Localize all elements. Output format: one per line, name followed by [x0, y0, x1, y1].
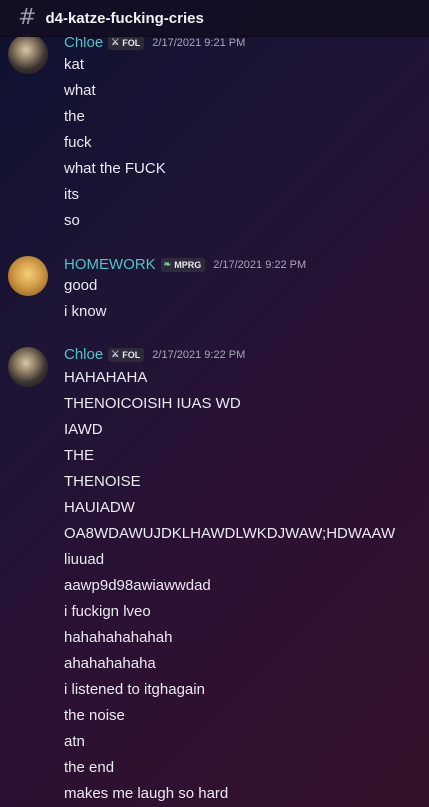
channel-name: d4-katze-fucking-cries [45, 9, 204, 27]
message-header: HOMEWORK ❧ MPRG 2/17/2021 9:22 PM [64, 256, 306, 273]
role-tag-label: MPRG [174, 259, 202, 270]
message-header: Chloe ⚔ FOL 2/17/2021 9:22 PM [64, 346, 245, 363]
role-tag-label: FOL [122, 349, 141, 360]
message-line: aawp9d98awiawwdad [64, 577, 211, 594]
message-line: its [64, 186, 79, 203]
message-line: the end [64, 759, 115, 776]
message-line: HAHAHAHA [64, 369, 148, 386]
message-line: OA8WDAWUJDKLHAWDLWKDJWAW;HDWAAW [64, 525, 396, 542]
message-line: fuck [64, 134, 92, 151]
role-tag[interactable]: ❧ MPRG [160, 257, 206, 272]
message-line: the [64, 108, 85, 125]
message-line: i fuckign lveo [64, 603, 151, 620]
leaf-icon: ❧ [163, 259, 172, 269]
message-line: good [64, 277, 98, 294]
author-name[interactable]: HOMEWORK [64, 256, 156, 273]
message-line: so [64, 212, 80, 229]
role-tag[interactable]: ⚔ FOL [108, 347, 145, 362]
message-line: what the FUCK [64, 160, 166, 177]
timestamp: 2/17/2021 9:22 PM [152, 348, 246, 361]
timestamp: 2/17/2021 9:21 PM [152, 36, 246, 49]
role-tag[interactable]: ⚔ FOL [108, 35, 145, 50]
message-line: i know [64, 303, 107, 320]
message-list[interactable]: Chloe ⚔ FOL 2/17/2021 9:21 PM kat what t… [0, 0, 429, 807]
message-line: what [64, 82, 96, 99]
message-line: atn [64, 733, 85, 750]
sword-icon: ⚔ [111, 349, 120, 359]
message-line: HAUIADW [64, 499, 135, 516]
author-name[interactable]: Chloe [64, 346, 103, 363]
message-line: makes me laugh so hard [64, 785, 229, 802]
message-line: IAWD [64, 421, 103, 438]
message-line: the noise [64, 707, 125, 724]
message-line: hahahahahahah [64, 629, 173, 646]
message-line: THENOISE [64, 473, 141, 490]
avatar[interactable] [8, 256, 48, 296]
channel-header: # d4-katze-fucking-cries [0, 0, 429, 37]
avatar[interactable] [8, 34, 48, 74]
message-line: ahahahahaha [64, 655, 156, 672]
timestamp: 2/17/2021 9:22 PM [213, 258, 307, 271]
role-tag-label: FOL [122, 37, 141, 48]
message-line: THE [64, 447, 94, 464]
message-line: liuuad [64, 551, 105, 568]
message-line: i listened to itghagain [64, 681, 205, 698]
avatar[interactable] [8, 347, 48, 387]
message-line: kat [64, 56, 85, 73]
message-line: THENOICOISIH IUAS WD [64, 395, 241, 412]
sword-icon: ⚔ [111, 37, 120, 47]
hash-icon: # [18, 5, 37, 30]
